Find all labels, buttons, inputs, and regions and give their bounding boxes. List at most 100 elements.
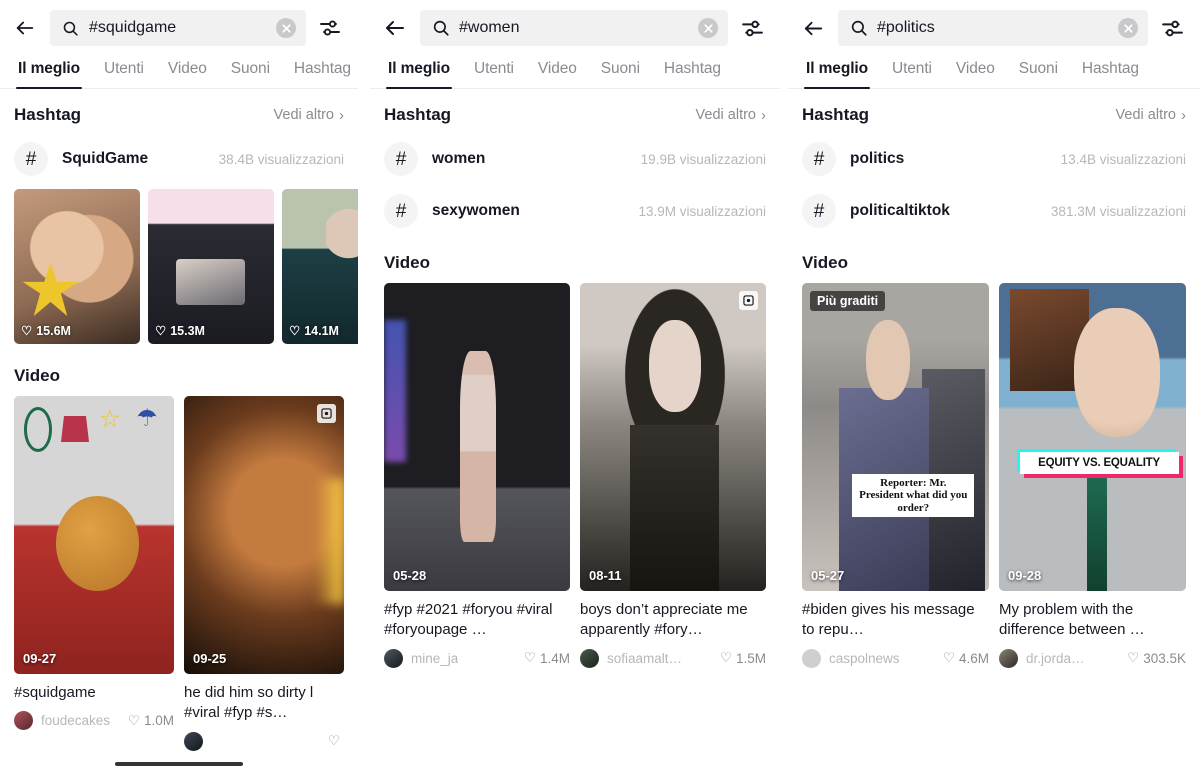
tab-utenti[interactable]: Utenti bbox=[92, 54, 156, 88]
search-input[interactable] bbox=[877, 19, 1109, 37]
filter-sliders-icon[interactable] bbox=[316, 14, 344, 42]
hash-icon: # bbox=[384, 142, 418, 176]
section-title-video: Video bbox=[802, 253, 848, 272]
video-meta: dr.jorda… ♡ 303.5K bbox=[999, 641, 1186, 668]
triangle-shape-icon bbox=[61, 416, 90, 443]
video-thumbnail[interactable]: ☆ ☂ 09-27 bbox=[14, 396, 174, 674]
video-likes: ♡ 1.5M bbox=[720, 650, 766, 666]
neon-light bbox=[384, 319, 407, 462]
home-indicator bbox=[115, 762, 243, 766]
video-card[interactable]: Più graditi Reporter: Mr. President what… bbox=[802, 283, 989, 668]
video-card[interactable]: 08-11 boys don’t appreciate me apparentl… bbox=[580, 283, 766, 668]
video-username[interactable]: foudecakes bbox=[41, 713, 110, 728]
heart-icon: ♡ bbox=[327, 733, 340, 748]
video-meta: sofiaamalt… ♡ 1.5M bbox=[580, 641, 766, 668]
hashtag-result-row[interactable]: # women 19.9B visualizzazioni bbox=[370, 133, 780, 185]
back-arrow-icon[interactable] bbox=[380, 13, 410, 43]
hashtag-thumbnail[interactable]: ♡ 14.1M bbox=[282, 189, 358, 344]
vest bbox=[630, 424, 720, 591]
hashtag-views: 19.9B visualizzazioni bbox=[640, 151, 766, 167]
back-arrow-icon[interactable] bbox=[798, 13, 828, 43]
hashtag-result-row[interactable]: # sexywomen 13.9M visualizzazioni bbox=[370, 185, 780, 237]
thumbnail-image bbox=[384, 283, 570, 591]
video-thumbnail[interactable]: EQUITY VS. EQUALITY 09-28 bbox=[999, 283, 1186, 591]
video-username[interactable]: caspolnews bbox=[829, 651, 900, 666]
filter-sliders-icon[interactable] bbox=[738, 14, 766, 42]
hashtag-result-row[interactable]: # politics 13.4B visualizzazioni bbox=[788, 133, 1200, 185]
avatar[interactable] bbox=[999, 648, 1018, 668]
video-card[interactable]: 09-25 he did him so dirty l #viral #fyp … bbox=[184, 396, 344, 751]
tab-video[interactable]: Video bbox=[156, 54, 219, 88]
video-meta: mine_ja ♡ 1.4M bbox=[384, 641, 570, 668]
video-thumbnail[interactable]: 05-28 bbox=[384, 283, 570, 591]
back-arrow-icon[interactable] bbox=[10, 13, 40, 43]
tab-suoni[interactable]: Suoni bbox=[589, 54, 652, 88]
video-likes: ♡ 1.0M bbox=[128, 713, 174, 729]
hashtag-views: 381.3M visualizzazioni bbox=[1050, 203, 1186, 219]
tab-hashtag[interactable]: Hashtag bbox=[282, 54, 358, 88]
tab-utenti[interactable]: Utenti bbox=[462, 54, 526, 88]
video-username[interactable]: dr.jorda… bbox=[1026, 651, 1085, 666]
avatar[interactable] bbox=[580, 648, 599, 668]
avatar[interactable] bbox=[184, 731, 203, 751]
tab-utenti[interactable]: Utenti bbox=[880, 54, 944, 88]
tab-il-meglio[interactable]: Il meglio bbox=[6, 54, 92, 89]
hashtag-result-row[interactable]: # SquidGame 38.4B visualizzazioni bbox=[0, 133, 358, 185]
thumbnail-image: ☆ ☂ bbox=[14, 396, 174, 674]
section-title-video: Video bbox=[384, 253, 430, 272]
see-more-hashtag-link[interactable]: Vedi altro › bbox=[696, 107, 766, 123]
video-likes: ♡ 4.6M bbox=[943, 650, 989, 666]
video-card[interactable]: ☆ ☂ 09-27 #squidgame foudecakes ♡ 1.0M bbox=[14, 396, 174, 751]
search-box[interactable] bbox=[838, 10, 1148, 46]
hashtag-thumbnail[interactable]: ♡ 15.3M bbox=[148, 189, 274, 344]
hash-icon: # bbox=[802, 194, 836, 228]
see-more-hashtag-link[interactable]: Vedi altro › bbox=[274, 107, 344, 123]
video-likes: ♡ 1.4M bbox=[524, 650, 570, 666]
video-caption: #biden gives his message to repu… bbox=[802, 601, 975, 639]
tab-hashtag[interactable]: Hashtag bbox=[1070, 54, 1151, 88]
clear-icon[interactable] bbox=[1118, 18, 1138, 38]
hashtag-thumbnail-strip[interactable]: ♡ 15.6M ♡ 15.3M ♡ 14.1M bbox=[0, 185, 358, 350]
avatar[interactable] bbox=[14, 711, 33, 731]
multi-photo-icon bbox=[317, 404, 336, 423]
avatar[interactable] bbox=[802, 648, 821, 668]
search-box[interactable] bbox=[50, 10, 306, 46]
hashtag-thumbnail[interactable]: ♡ 15.6M bbox=[14, 189, 140, 344]
hashtag-name: women bbox=[432, 150, 486, 167]
search-box[interactable] bbox=[420, 10, 728, 46]
hashtag-result-row[interactable]: # politicaltiktok 381.3M visualizzazioni bbox=[788, 185, 1200, 237]
tab-hashtag[interactable]: Hashtag bbox=[652, 54, 733, 88]
thumbnail-likes-count: 15.6M bbox=[36, 323, 71, 338]
video-username[interactable]: mine_ja bbox=[411, 651, 458, 666]
search-icon bbox=[62, 20, 80, 37]
clear-icon[interactable] bbox=[276, 18, 296, 38]
video-thumbnail[interactable]: 08-11 bbox=[580, 283, 766, 591]
clear-icon[interactable] bbox=[698, 18, 718, 38]
video-date: 08-11 bbox=[589, 568, 622, 583]
video-username[interactable]: sofiaamalt… bbox=[607, 651, 682, 666]
search-input[interactable] bbox=[459, 19, 689, 37]
tab-video[interactable]: Video bbox=[526, 54, 589, 88]
avatar[interactable] bbox=[384, 648, 403, 668]
filter-sliders-icon[interactable] bbox=[1158, 14, 1186, 42]
video-thumbnail[interactable]: 09-25 bbox=[184, 396, 344, 674]
video-caption: he did him so dirty l #viral #fyp #s… bbox=[184, 684, 314, 722]
video-card[interactable]: 05-28 #fyp #2021 #foryou #viral #foryoup… bbox=[384, 283, 570, 668]
tab-suoni[interactable]: Suoni bbox=[1007, 54, 1070, 88]
chevron-right-icon: › bbox=[761, 106, 766, 124]
search-panel-politics: Il meglio Utenti Video Suoni Hashtag Has… bbox=[788, 0, 1200, 770]
video-card[interactable]: EQUITY VS. EQUALITY 09-28 My problem wit… bbox=[999, 283, 1186, 668]
see-more-hashtag-link[interactable]: Vedi altro › bbox=[1116, 107, 1186, 123]
thumbnail-image bbox=[184, 396, 344, 674]
video-thumbnail[interactable]: Più graditi Reporter: Mr. President what… bbox=[802, 283, 989, 591]
tab-il-meglio[interactable]: Il meglio bbox=[794, 54, 880, 89]
thumbnail-image bbox=[802, 283, 989, 591]
tab-video[interactable]: Video bbox=[944, 54, 1007, 88]
thumbnail-likes-count: 15.3M bbox=[170, 323, 205, 338]
tab-suoni[interactable]: Suoni bbox=[219, 54, 282, 88]
top-liked-badge: Più graditi bbox=[810, 291, 886, 311]
search-bar-row bbox=[788, 0, 1200, 54]
video-grid: 05-28 #fyp #2021 #foryou #viral #foryoup… bbox=[370, 281, 780, 668]
tab-il-meglio[interactable]: Il meglio bbox=[376, 54, 462, 89]
search-input[interactable] bbox=[89, 19, 267, 37]
